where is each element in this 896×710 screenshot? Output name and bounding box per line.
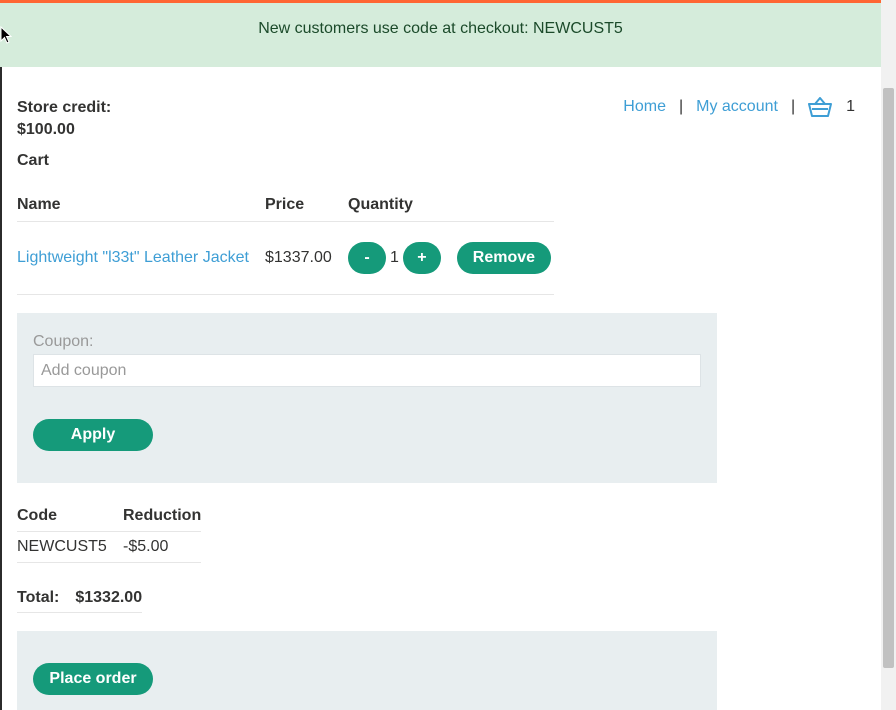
coupon-input[interactable] [33,354,701,387]
store-credit-value: $100.00 [17,121,75,138]
nav-separator: | [790,98,796,115]
nav-separator: | [678,98,684,115]
product-price: $1337.00 [265,249,332,266]
column-header-price: Price [265,195,305,213]
scrollbar-thumb[interactable] [883,88,894,668]
product-link[interactable]: Lightweight "l33t" Leather Jacket [17,249,249,266]
window-left-edge [0,0,2,710]
order-total: Total: $1332.00 [17,584,143,613]
mouse-cursor-icon [0,26,12,44]
decrease-quantity-button[interactable]: - [348,242,386,274]
applied-codes-table: Code Reduction NEWCUST5 -$5.00 [17,500,201,563]
applied-reduction: -$5.00 [123,538,169,555]
store-credit: Store credit: $100.00 [17,97,111,141]
total-value: $1332.00 [75,589,143,606]
table-row: Lightweight "l33t" Leather Jacket $1337.… [17,222,554,295]
cart-table-header: Name Price Quantity [17,188,554,222]
promo-banner-text: New customers use code at checkout: NEWC… [258,20,623,37]
total-label: Total: [17,589,60,606]
codes-table-header: Code Reduction [17,500,201,532]
column-header-quantity: Quantity [348,195,413,213]
promo-banner: New customers use code at checkout: NEWC… [0,3,881,67]
top-nav: Home | My account | 1 [623,97,855,117]
quantity-value: 1 [390,249,399,266]
applied-code: NEWCUST5 [17,538,107,555]
place-order-panel: Place order [17,631,717,710]
table-row: NEWCUST5 -$5.00 [17,532,201,563]
nav-home-link[interactable]: Home [623,98,666,116]
column-header-reduction: Reduction [123,506,202,524]
coupon-label: Coupon: [33,333,94,350]
apply-coupon-button[interactable]: Apply [33,419,153,451]
cart-basket-icon[interactable] [808,97,833,117]
increase-quantity-button[interactable]: + [402,242,441,274]
column-header-name: Name [17,195,61,213]
cart-heading: Cart [17,152,50,169]
place-order-button[interactable]: Place order [33,663,153,695]
column-header-code: Code [17,506,57,524]
store-credit-label: Store credit: [17,99,112,116]
cart-count: 1 [846,98,855,115]
remove-item-button[interactable]: Remove [456,242,551,274]
nav-my-account-link[interactable]: My account [696,98,778,116]
cart-table: Name Price Quantity Lightweight "l33t" L… [17,188,554,295]
coupon-panel: Coupon: Apply [17,313,717,483]
